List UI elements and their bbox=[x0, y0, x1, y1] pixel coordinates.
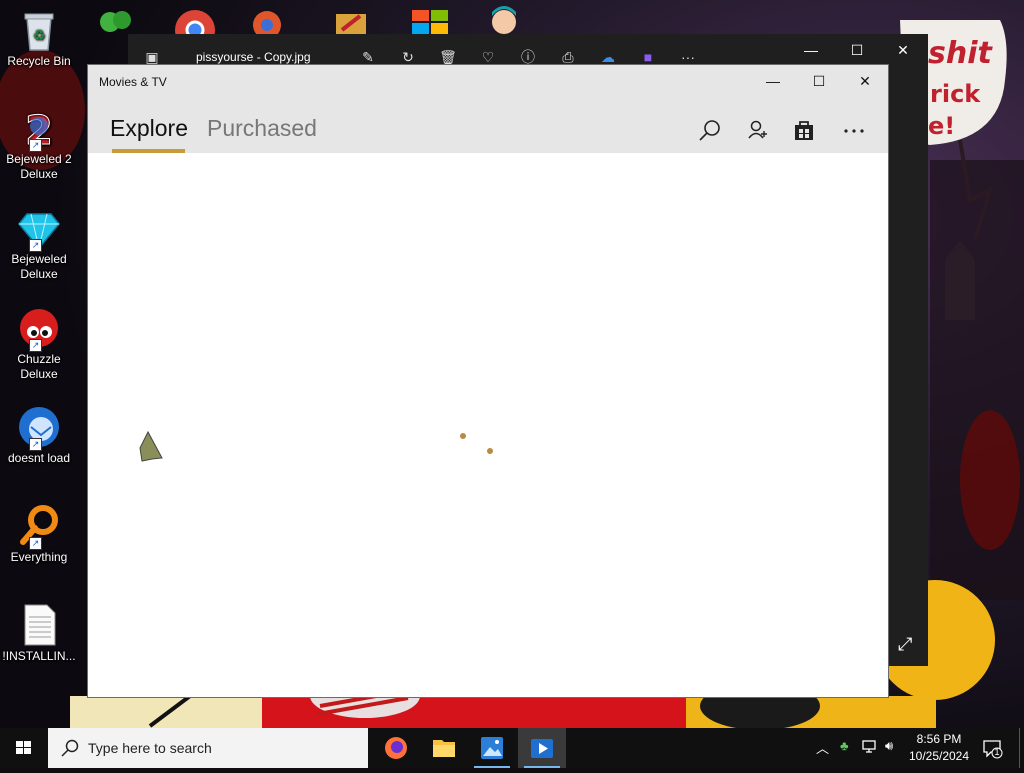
thunderbird-icon: ↗ bbox=[17, 405, 61, 451]
notification-count-badge: 1 bbox=[994, 747, 1000, 757]
movies-minimize-button[interactable]: — bbox=[750, 65, 796, 97]
fullscreen-icon[interactable]: ⤢ bbox=[898, 634, 912, 655]
desktop-icon-bejeweled-2[interactable]: 2 ↗ Bejeweled 2 Deluxe bbox=[2, 106, 76, 182]
store-icon[interactable] bbox=[790, 117, 818, 145]
tab-explore[interactable]: Explore bbox=[110, 115, 188, 142]
desktop-icon-partial-6[interactable] bbox=[486, 6, 522, 34]
desktop-icon-label: Recycle Bin bbox=[7, 54, 71, 68]
wallpaper-caption-3: e! bbox=[928, 112, 956, 140]
edit-icon[interactable]: ✎ bbox=[358, 47, 378, 67]
more-icon[interactable] bbox=[840, 117, 868, 145]
account-icon[interactable] bbox=[744, 117, 772, 145]
desktop-icon-label: Bejeweled Deluxe bbox=[11, 252, 67, 281]
photos-maximize-button[interactable]: ☐ bbox=[834, 34, 880, 66]
movies-tv-window-title: Movies & TV bbox=[99, 75, 167, 89]
chuzzle-icon: ↗ bbox=[17, 306, 61, 352]
desktop-icon-label: Chuzzle Deluxe bbox=[17, 352, 61, 381]
desktop-icon-installing[interactable]: !INSTALLIN... bbox=[2, 603, 76, 664]
onedrive-icon[interactable]: ☁ bbox=[598, 47, 618, 67]
shortcut-arrow-icon: ↗ bbox=[29, 139, 42, 152]
desktop-icon-label: !INSTALLIN... bbox=[2, 649, 76, 663]
clock-time: 8:56 PM bbox=[916, 732, 962, 746]
desktop-icon-partial-5[interactable] bbox=[410, 8, 450, 34]
search-placeholder: Type here to search bbox=[88, 740, 212, 756]
photos-titlebar[interactable]: ▣ pissyourse - Copy.jpg ✎ ↻ 🗑 ♡ ⓘ ⎙ ☁ ■ … bbox=[128, 34, 928, 66]
movies-maximize-button[interactable]: ☐ bbox=[796, 65, 842, 97]
movies-tv-icon[interactable] bbox=[518, 728, 566, 768]
movies-tv-content bbox=[88, 153, 888, 697]
people-tray-icon[interactable]: ♣ bbox=[840, 738, 849, 753]
desktop-icon-partial-4[interactable] bbox=[334, 10, 368, 34]
heart-icon[interactable]: ♡ bbox=[478, 47, 498, 67]
bejeweled-gem-icon: ↗ bbox=[17, 206, 61, 252]
svg-text:♻: ♻ bbox=[33, 28, 46, 44]
taskbar-clock[interactable]: 8:56 PM 10/25/2024 bbox=[906, 731, 972, 765]
taskbar-search-box[interactable]: Type here to search bbox=[48, 728, 368, 768]
desktop-icon-label: doesnt load bbox=[7, 451, 71, 465]
search-icon bbox=[60, 738, 80, 763]
text-file-icon bbox=[17, 603, 61, 647]
more-icon[interactable]: ··· bbox=[678, 47, 698, 67]
tab-purchased[interactable]: Purchased bbox=[207, 115, 317, 142]
taskbar: Type here to search ︿ ♣ 🔊︎ 8:56 PM 10/25… bbox=[0, 728, 1024, 768]
movies-close-button[interactable]: ✕ bbox=[842, 65, 888, 97]
rotate-icon[interactable]: ↻ bbox=[398, 47, 418, 67]
desktop-icon-partial-3[interactable] bbox=[250, 8, 284, 39]
shortcut-arrow-icon: ↗ bbox=[29, 438, 42, 451]
photos-window-title: pissyourse - Copy.jpg bbox=[196, 50, 311, 64]
chrome-desktop-icon[interactable] bbox=[172, 6, 218, 50]
desktop-icon-chuzzle[interactable]: ↗ Chuzzle Deluxe bbox=[2, 306, 76, 382]
movies-tv-header: Movies & TV — ☐ ✕ Explore Purchased bbox=[88, 65, 888, 153]
clipchamp-icon[interactable]: ■ bbox=[638, 47, 658, 67]
photos-close-button[interactable]: ✕ bbox=[880, 34, 926, 66]
print-icon[interactable]: ⎙ bbox=[558, 47, 578, 67]
photos-icon[interactable] bbox=[468, 728, 516, 768]
wallpaper-caption-1: shit bbox=[928, 36, 992, 71]
desktop-icon-label: Everything bbox=[10, 550, 68, 564]
bejeweled-2-icon: 2 ↗ bbox=[17, 106, 61, 155]
network-icon[interactable] bbox=[862, 738, 878, 757]
photos-minimize-button[interactable]: — bbox=[788, 34, 834, 66]
volume-icon[interactable]: 🔊︎ bbox=[885, 738, 893, 754]
movies-tv-window[interactable]: Movies & TV — ☐ ✕ Explore Purchased bbox=[88, 65, 888, 697]
desktop-icon-recycle-bin[interactable]: ♻ Recycle Bin bbox=[2, 8, 76, 69]
info-icon[interactable]: ⓘ bbox=[518, 47, 538, 67]
start-button[interactable] bbox=[0, 728, 48, 768]
shortcut-arrow-icon: ↗ bbox=[29, 537, 42, 550]
desktop-icon-thunderbird[interactable]: ↗ doesnt load bbox=[2, 405, 76, 466]
desktop-icon-label: Bejeweled 2 Deluxe bbox=[6, 152, 72, 181]
notifications-icon[interactable]: 1 bbox=[982, 738, 1004, 765]
delete-icon[interactable]: 🗑 bbox=[438, 47, 458, 67]
show-hidden-icons-chevron-icon[interactable]: ︿ bbox=[816, 738, 829, 757]
desktop-icon-everything[interactable]: ↗ Everything bbox=[2, 504, 76, 565]
shortcut-arrow-icon: ↗ bbox=[29, 239, 42, 252]
wallpaper-caption-2: rick bbox=[930, 80, 981, 108]
shortcut-arrow-icon: ↗ bbox=[29, 339, 42, 352]
show-desktop-button[interactable] bbox=[1019, 728, 1024, 768]
clock-date: 10/25/2024 bbox=[908, 749, 970, 763]
everything-search-icon: ↗ bbox=[17, 504, 61, 550]
search-icon[interactable] bbox=[696, 117, 724, 145]
recycle-bin-icon: ♻ bbox=[17, 8, 61, 52]
image-icon[interactable]: ▣ bbox=[142, 47, 162, 67]
firefox-icon[interactable] bbox=[372, 728, 420, 768]
file-explorer-icon[interactable] bbox=[420, 728, 468, 768]
desktop-icon-bejeweled[interactable]: ↗ Bejeweled Deluxe bbox=[2, 206, 76, 282]
